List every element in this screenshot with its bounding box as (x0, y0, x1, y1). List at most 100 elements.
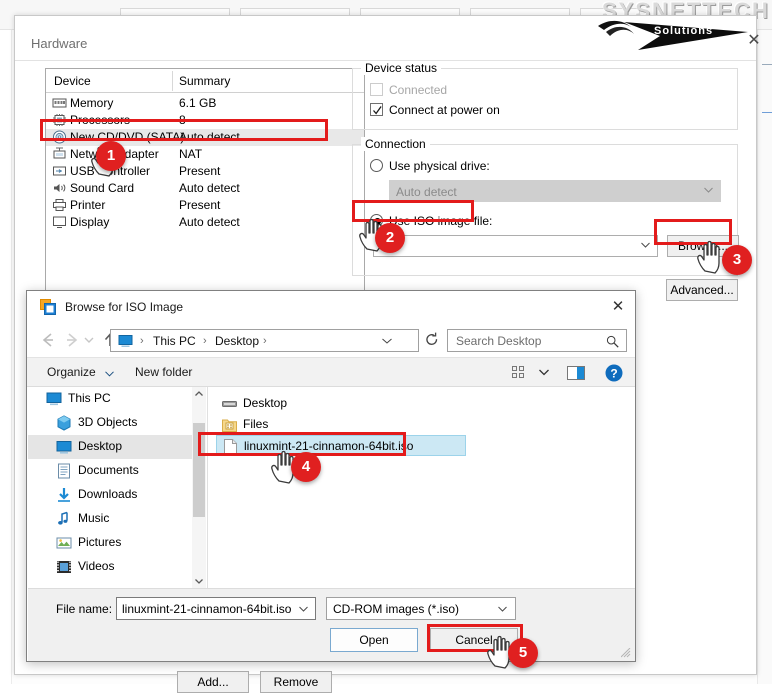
physical-drive-value: Auto detect (396, 185, 457, 199)
chevron-down-icon[interactable] (105, 371, 114, 377)
table-row[interactable]: USB Controller Present (46, 163, 364, 180)
list-item-label: Files (243, 417, 269, 431)
device-summary: NAT (179, 147, 203, 161)
sidebar-item-documents[interactable]: Documents (28, 459, 192, 483)
sidebar-item-pictures[interactable]: Pictures (28, 531, 192, 555)
back-arrow-icon[interactable] (39, 331, 57, 349)
connection-legend: Connection (361, 137, 430, 151)
scroll-up-icon[interactable] (192, 387, 206, 401)
sidebar-item-3d-objects[interactable]: 3D Objects (28, 411, 192, 435)
device-summary: 8 (179, 113, 186, 127)
background-right-edge (757, 30, 772, 684)
this-pc-icon (118, 335, 133, 347)
device-summary: Present (179, 164, 221, 178)
file-type-select[interactable]: CD-ROM images (*.iso) (326, 597, 516, 620)
forward-arrow-icon[interactable] (63, 331, 81, 349)
chevron-down-icon[interactable] (382, 338, 392, 344)
sidebar-item-label: Downloads (78, 487, 138, 501)
music-icon (58, 511, 68, 525)
search-input[interactable]: Search Desktop (447, 329, 627, 352)
preview-pane-icon[interactable] (567, 366, 585, 380)
step-badge-1: 1 (96, 141, 126, 171)
file-list[interactable]: Desktop Files linuxmint-21-cinnamon-64bi… (207, 387, 635, 588)
help-icon[interactable]: ? (605, 364, 623, 382)
organize-button[interactable]: Organize (47, 365, 96, 379)
chevron-down-icon[interactable] (299, 606, 308, 612)
advanced-button[interactable]: Advanced... (666, 279, 738, 301)
add-button[interactable]: Add... (177, 671, 249, 693)
connection-group: Connection Use physical drive: Auto dete… (352, 137, 739, 276)
open-button[interactable]: Open (330, 628, 418, 652)
breadcrumb-desktop[interactable]: Desktop (215, 334, 259, 348)
list-item[interactable]: Files (216, 414, 516, 435)
breadcrumb-this-pc[interactable]: This PC (153, 334, 196, 348)
dialog-title: Browse for ISO Image (65, 300, 184, 314)
view-options-icon[interactable] (512, 366, 528, 380)
sidebar-item-label: Desktop (78, 439, 123, 453)
device-list[interactable]: Device Summary Memory 6.1 GB Processors … (45, 68, 365, 303)
resize-grip-icon[interactable] (621, 648, 631, 658)
3d-objects-icon (57, 415, 71, 431)
file-name-label: File name: (56, 602, 113, 616)
recent-locations-icon[interactable] (83, 331, 95, 349)
command-bar: Organize New folder ? (27, 357, 635, 387)
refresh-icon[interactable] (423, 331, 441, 349)
sidebar-item-music[interactable]: Music (28, 507, 192, 531)
table-row[interactable]: Network Adapter NAT (46, 146, 364, 163)
dialog-footer: File name: linuxmint-21-cinnamon-64bit.i… (28, 588, 635, 661)
file-name-input[interactable]: linuxmint-21-cinnamon-64bit.iso (116, 597, 316, 620)
hardware-title: Hardware (31, 36, 88, 51)
table-row[interactable]: Memory 6.1 GB (46, 95, 364, 112)
cancel-button[interactable]: Cancel (430, 628, 518, 652)
file-type-value: CD-ROM images (*.iso) (333, 602, 460, 616)
folder-icon (222, 419, 237, 432)
chevron-down-icon[interactable] (539, 369, 549, 376)
usb-icon (53, 166, 66, 176)
table-row[interactable]: Display Auto detect (46, 214, 364, 231)
sidebar-item-desktop[interactable]: Desktop (28, 435, 192, 459)
device-summary: 6.1 GB (179, 96, 217, 110)
app-icon (40, 299, 56, 315)
sidebar-item-label: 3D Objects (78, 415, 138, 429)
search-placeholder: Search Desktop (456, 334, 542, 348)
device-name: Sound Card (70, 181, 135, 195)
display-icon (53, 216, 66, 228)
sidebar-item-label: Videos (78, 559, 115, 573)
device-name: New CD/DVD (SATA) (70, 130, 185, 144)
scrollbar-thumb[interactable] (193, 423, 205, 517)
network-icon (53, 147, 66, 159)
column-header-device: Device (54, 74, 91, 88)
browse-for-iso-dialog: Browse for ISO Image ✕ › This PC › Deskt… (26, 290, 636, 662)
sidebar-item-this-pc[interactable]: This PC (28, 387, 192, 411)
new-folder-button[interactable]: New folder (135, 365, 192, 379)
iso-path-combo[interactable] (373, 235, 658, 257)
close-icon[interactable]: ✕ (741, 29, 767, 53)
use-iso-image-label: Use ISO image file: (389, 214, 493, 228)
device-summary: Auto detect (179, 215, 240, 229)
connected-checkbox[interactable] (370, 83, 383, 96)
table-row[interactable]: Printer Present (46, 197, 364, 214)
breadcrumb-separator: › (263, 335, 267, 347)
sidebar-item-videos[interactable]: Videos (28, 555, 192, 579)
address-bar[interactable]: › This PC › Desktop › (110, 329, 419, 352)
remove-button[interactable]: Remove (260, 671, 332, 693)
videos-icon (57, 561, 71, 573)
chevron-down-icon (704, 187, 713, 193)
table-row-cd-dvd[interactable]: New CD/DVD (SATA) Auto detect (46, 129, 364, 146)
list-item[interactable]: Desktop (216, 393, 516, 414)
search-icon (606, 335, 619, 348)
table-row[interactable]: Processors 8 (46, 112, 364, 129)
scroll-down-icon[interactable] (192, 574, 206, 588)
list-item-iso-file[interactable]: linuxmint-21-cinnamon-64bit.iso (216, 435, 466, 456)
use-physical-drive-radio[interactable] (370, 159, 383, 172)
background-left-edge (0, 30, 12, 684)
downloads-icon (58, 488, 70, 502)
close-icon[interactable]: ✕ (603, 294, 633, 320)
connected-label: Connected (389, 83, 448, 97)
chevron-down-icon[interactable] (498, 606, 507, 612)
table-row[interactable]: Sound Card Auto detect (46, 180, 364, 197)
sidebar-item-downloads[interactable]: Downloads (28, 483, 192, 507)
navigation-scrollbar[interactable] (192, 387, 206, 588)
connect-at-power-on-checkbox[interactable] (370, 103, 383, 116)
step-badge-3: 3 (722, 245, 752, 275)
